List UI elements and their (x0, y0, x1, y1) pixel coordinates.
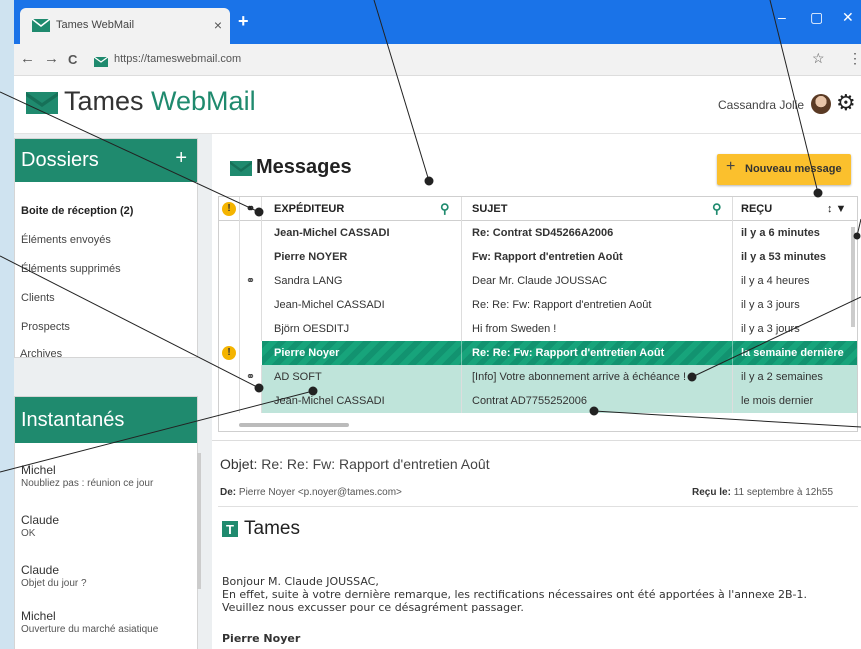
folder-sent[interactable]: Éléments envoyés (21, 234, 111, 246)
table-vertical-scrollbar[interactable] (851, 227, 855, 327)
new-message-button[interactable]: + Nouveau message (717, 154, 851, 185)
divider (212, 440, 861, 441)
main-panel: Messages + Nouveau message ! ⚭ EXPÉDITEU… (212, 134, 861, 649)
column-header-from[interactable]: EXPÉDITEUR ⚲ (262, 197, 462, 221)
left-sidebar: Dossiers + Boite de réception (2) Élémen… (14, 134, 212, 649)
snapshots-title: Instantanés (21, 409, 125, 431)
table-row-selected[interactable]: ! Pierre Noyer Re: Re: Fw: Rapport d'ent… (219, 341, 857, 365)
forward-icon[interactable]: → (44, 50, 59, 67)
signature: Pierre Noyer (222, 632, 301, 645)
address-bar: ← → C https://tameswebmail.com ☆ ⋮ (14, 44, 861, 76)
browser-tab[interactable]: Tames WebMail × (20, 8, 230, 44)
company-name: Tames (244, 518, 300, 539)
url-field[interactable]: https://tameswebmail.com (114, 53, 241, 65)
user-name[interactable]: Cassandra Jolie (718, 98, 804, 112)
snapshot-item[interactable]: Claude Objet du jour ? (21, 563, 87, 589)
snapshot-item[interactable]: Michel Noubliez pas : réunion ce jour (21, 463, 153, 489)
bookmark-star-icon[interactable]: ☆ (812, 50, 825, 67)
logo-icon (26, 92, 58, 119)
flag-column-header[interactable]: ! (219, 197, 240, 221)
add-folder-button[interactable]: + (175, 147, 187, 170)
maximize-icon[interactable]: ▢ (810, 9, 823, 26)
sort-icon[interactable]: ↕ ▼ (827, 197, 846, 221)
browser-menu-icon[interactable]: ⋮ (848, 50, 861, 67)
mail-favicon-icon (31, 18, 51, 37)
snapshots-scrollbar[interactable] (197, 453, 201, 589)
preview-subject: Objet: Re: Re: Fw: Rapport d'entretien A… (220, 456, 490, 472)
table-row[interactable]: ⚭ AD SOFT [Info] Votre abonnement arrive… (219, 365, 857, 389)
preview-from: De: Pierre Noyer <p.noyer@tames.com> (220, 487, 402, 498)
snapshot-item[interactable]: Michel Ouverture du marché asiatique (21, 609, 158, 635)
table-row[interactable]: Jean-Michel CASSADI Re: Contrat SD45266A… (219, 221, 857, 245)
folder-prospects[interactable]: Prospects (21, 321, 70, 333)
browser-window: Tames WebMail × + – ▢ ✕ ← → C https://ta… (14, 0, 861, 649)
app-logo: Tames WebMail (64, 86, 256, 116)
app-header: Tames WebMail Cassandra Jolie ⚙ (14, 76, 861, 134)
title-bar: Tames WebMail × + – ▢ ✕ (14, 0, 861, 44)
snapshots-panel: Instantanés Michel Noubliez pas : réunio… (14, 396, 201, 649)
table-horizontal-scrollbar[interactable] (239, 423, 349, 427)
new-tab-button[interactable]: + (238, 11, 249, 32)
folders-panel: Dossiers + Boite de réception (2) Élémen… (14, 138, 198, 358)
site-icon (93, 54, 109, 72)
warning-icon: ! (222, 346, 236, 360)
table-row[interactable]: Jean-Michel CASSADI Contrat AD7755252006… (219, 389, 857, 413)
folder-inbox[interactable]: Boite de réception (2) (21, 205, 133, 217)
plus-icon: + (726, 158, 736, 175)
search-icon[interactable]: ⚲ (440, 197, 450, 221)
tab-close-icon[interactable]: × (214, 17, 222, 33)
snapshot-item[interactable]: Claude OK (21, 513, 59, 539)
avatar[interactable] (811, 94, 831, 114)
minimize-icon[interactable]: – (778, 9, 786, 25)
messages-table: ! ⚭ EXPÉDITEUR ⚲ SUJET ⚲ REÇU ↕ ▼ Jean-Mic… (218, 196, 858, 432)
messages-title: Messages (256, 156, 352, 178)
new-message-label: Nouveau message (745, 163, 842, 175)
back-icon[interactable]: ← (20, 50, 35, 67)
folders-header: Dossiers + (15, 139, 197, 182)
table-header: ! ⚭ EXPÉDITEUR ⚲ SUJET ⚲ REÇU ↕ ▼ (219, 197, 857, 221)
folder-archives[interactable]: Archives (20, 348, 62, 360)
column-header-subject[interactable]: SUJET ⚲ (462, 197, 733, 221)
table-row[interactable]: Pierre NOYER Fw: Rapport d'entretien Aoû… (219, 245, 857, 269)
attachment-icon[interactable]: ⚭ (240, 197, 262, 221)
snapshots-header: Instantanés (15, 397, 197, 443)
reload-icon[interactable]: C (68, 52, 77, 67)
folders-title: Dossiers (21, 149, 99, 171)
mail-icon (230, 161, 252, 181)
tab-title: Tames WebMail (56, 19, 135, 31)
gear-icon[interactable]: ⚙ (836, 90, 856, 116)
table-row[interactable]: ⚭ Sandra LANG Dear Mr. Claude JOUSSAC il… (219, 269, 857, 293)
close-window-icon[interactable]: ✕ (842, 9, 854, 26)
attachment-icon: ⚭ (240, 365, 262, 389)
folder-clients[interactable]: Clients (21, 292, 55, 304)
folder-deleted[interactable]: Éléments supprimés (21, 263, 121, 275)
message-body: T Tames Bonjour M. Claude JOUSSAC, En ef… (218, 506, 858, 649)
table-row[interactable]: Jean-Michel CASSADI Re: Re: Fw: Rapport … (219, 293, 857, 317)
search-icon[interactable]: ⚲ (712, 197, 722, 221)
attachment-icon: ⚭ (240, 269, 262, 293)
svg-text:T: T (226, 522, 234, 537)
tames-logo-icon: T (222, 521, 238, 542)
table-row[interactable]: Björn OESDITJ Hi from Sweden ! il y a 3 … (219, 317, 857, 341)
warning-icon: ! (222, 202, 236, 216)
preview-received: Reçu le: 11 septembre à 12h55 (692, 487, 834, 498)
message-text: Bonjour M. Claude JOUSSAC, En effet, sui… (222, 575, 808, 614)
